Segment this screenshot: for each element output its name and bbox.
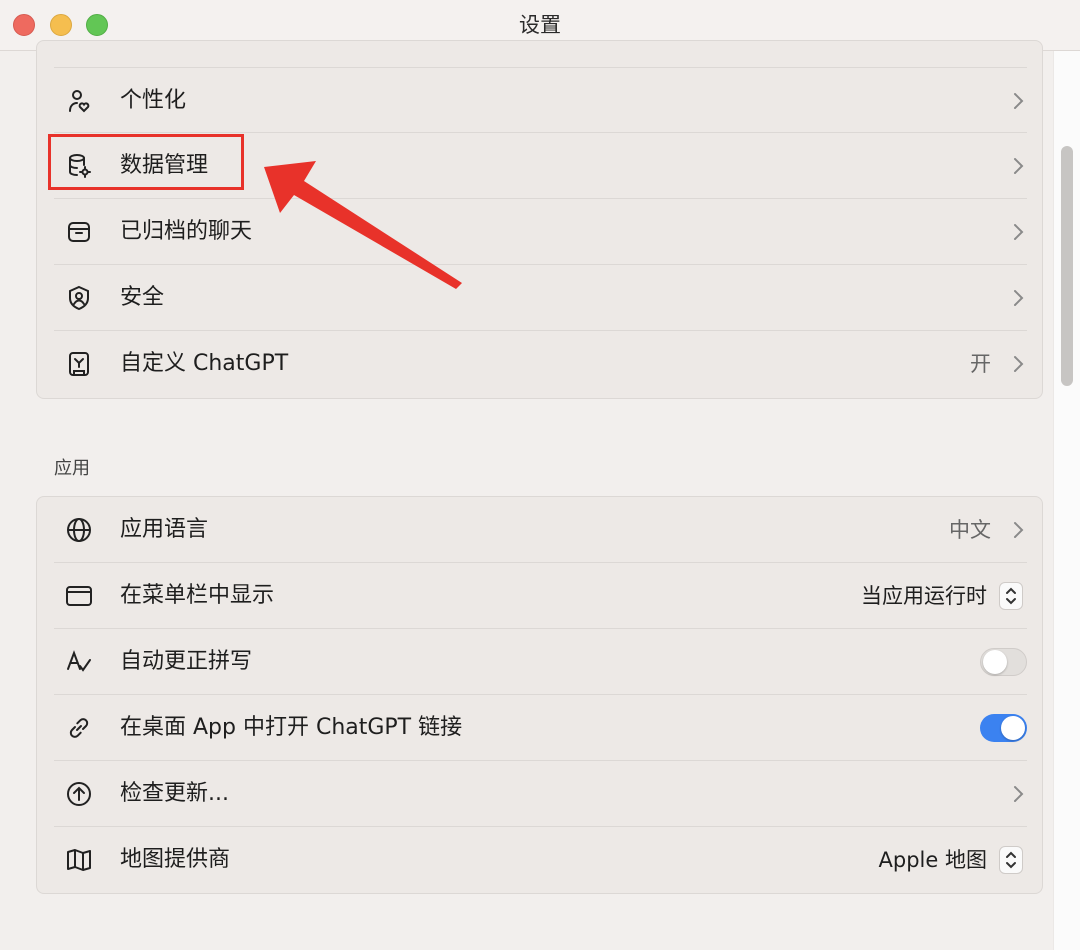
popup-stepper-button[interactable] — [999, 846, 1023, 874]
chevron-right-icon — [1011, 90, 1025, 112]
map-icon — [66, 847, 92, 873]
custom-gpt-icon — [66, 351, 92, 377]
row-label: 已归档的聊天 — [120, 219, 253, 244]
toggle-knob — [983, 650, 1007, 674]
row-open-links: 在桌面 App 中打开 ChatGPT 链接 — [54, 695, 1027, 761]
row-custom-chatgpt[interactable]: 自定义 ChatGPT 开 — [54, 331, 1027, 397]
row-map-provider: 地图提供商 Apple 地图 — [54, 827, 1027, 893]
row-app-language[interactable]: 应用语言 中文 — [54, 497, 1027, 563]
app-settings-group: 应用语言 中文 在菜单栏中显示 当应用运行时 自动更正拼写 在桌面 App 中打… — [36, 496, 1043, 894]
toggle-knob — [1001, 716, 1025, 740]
row-label: 在菜单栏中显示 — [120, 583, 275, 608]
annotation-highlight-box — [48, 134, 244, 190]
archive-icon — [66, 219, 92, 245]
row-security[interactable]: 安全 — [54, 265, 1027, 331]
scrollbar-thumb[interactable] — [1061, 146, 1073, 386]
row-label: 应用语言 — [120, 517, 209, 542]
row-label: 自动更正拼写 — [120, 649, 253, 674]
annotation-arrow-icon — [264, 161, 462, 289]
row-label: 安全 — [120, 285, 165, 310]
person-heart-icon — [66, 88, 92, 114]
spellcheck-icon — [66, 649, 92, 675]
row-archived-chats[interactable]: 已归档的聊天 — [54, 199, 1027, 265]
row-value: 开 — [970, 352, 991, 376]
settings-window: 设置 个性化 数据管理 已归档的聊天 安全 自定义 ChatGPT 开 应用 应… — [0, 0, 1080, 950]
open-links-toggle[interactable] — [980, 714, 1027, 742]
row-label: 检查更新... — [120, 781, 229, 806]
row-menu-bar: 在菜单栏中显示 当应用运行时 — [54, 563, 1027, 629]
link-icon — [66, 715, 92, 741]
row-check-updates[interactable]: 检查更新... — [54, 761, 1027, 827]
window-icon — [66, 583, 92, 609]
chevron-right-icon — [1011, 287, 1025, 309]
section-header-app: 应用 — [54, 458, 90, 479]
map-provider-popup-value[interactable]: Apple 地图 — [879, 827, 987, 893]
row-label: 自定义 ChatGPT — [120, 351, 289, 376]
menu-bar-popup-value[interactable]: 当应用运行时 — [861, 563, 987, 629]
globe-icon — [66, 517, 92, 543]
chevron-right-icon — [1011, 221, 1025, 243]
chevron-right-icon — [1011, 783, 1025, 805]
row-label: 个性化 — [120, 88, 187, 113]
shield-icon — [66, 285, 92, 311]
chevron-right-icon — [1011, 519, 1025, 541]
popup-stepper-button[interactable] — [999, 582, 1023, 610]
chevron-right-icon — [1011, 353, 1025, 375]
row-autocorrect: 自动更正拼写 — [54, 629, 1027, 695]
account-settings-group: 个性化 数据管理 已归档的聊天 安全 自定义 ChatGPT 开 — [36, 40, 1043, 399]
row-value: 中文 — [949, 518, 991, 542]
row-personalization[interactable]: 个性化 — [54, 67, 1027, 133]
row-label: 在桌面 App 中打开 ChatGPT 链接 — [120, 715, 463, 740]
upload-circle-icon — [66, 781, 92, 807]
chevron-right-icon — [1011, 155, 1025, 177]
row-label: 地图提供商 — [120, 847, 231, 872]
autocorrect-toggle[interactable] — [980, 648, 1027, 676]
